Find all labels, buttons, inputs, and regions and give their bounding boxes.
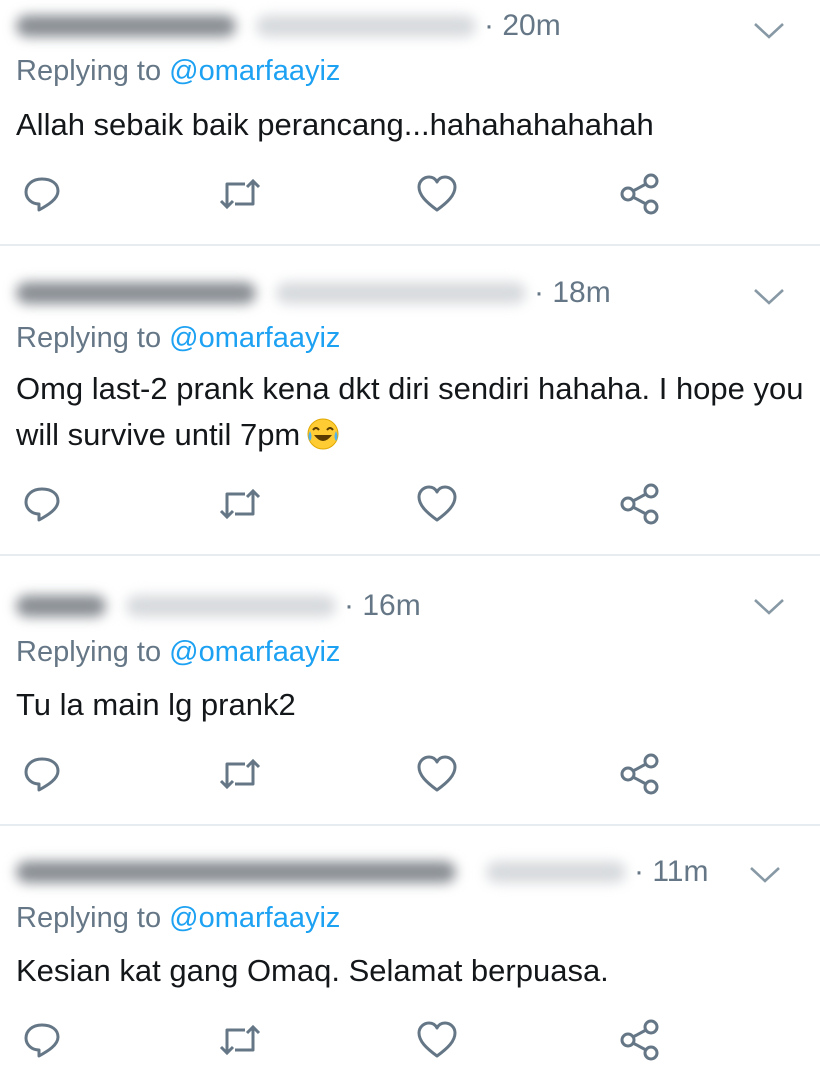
action-bar xyxy=(0,1016,820,1064)
tweet-text: Allah sebaik baik perancang...hahahahaha… xyxy=(16,107,654,142)
reply-icon xyxy=(24,177,60,212)
mention-link[interactable]: @omarfaayiz xyxy=(169,636,340,668)
action-bar xyxy=(0,170,820,218)
retweet-icon xyxy=(219,178,261,210)
heart-icon xyxy=(417,755,457,792)
author-name-redacted xyxy=(16,15,236,37)
like-button[interactable] xyxy=(413,750,461,798)
replying-to: Replying to @omarfaayiz xyxy=(16,55,341,87)
like-button[interactable] xyxy=(413,1016,461,1064)
share-button[interactable] xyxy=(616,750,664,798)
action-bar xyxy=(0,480,820,528)
timestamp: · 20m xyxy=(484,9,561,42)
tweet-text: Tu la main lg prank2 xyxy=(16,687,296,722)
tweet-header: · 20m xyxy=(16,6,561,46)
timestamp: · 16m xyxy=(344,589,421,622)
face-with-tears-of-joy-icon xyxy=(307,418,339,450)
retweet-icon xyxy=(219,1024,261,1056)
tweet-reply-2[interactable]: · 18m Replying to @omarfaayiz Omg last-2… xyxy=(0,246,820,554)
share-icon xyxy=(620,1019,659,1061)
retweet-button[interactable] xyxy=(216,750,264,798)
share-icon xyxy=(620,753,659,795)
share-icon xyxy=(620,173,659,215)
timestamp: · 18m xyxy=(534,276,611,309)
reply-icon xyxy=(24,1023,60,1058)
action-bar xyxy=(0,750,820,798)
heart-icon xyxy=(417,175,457,212)
like-button[interactable] xyxy=(413,480,461,528)
tweet-reply-3[interactable]: · 16m Replying to @omarfaayiz Tu la main… xyxy=(0,556,820,824)
chevron-down-icon[interactable] xyxy=(752,20,786,42)
tweet-header: · 18m xyxy=(16,273,611,313)
reply-icon xyxy=(24,757,60,792)
timestamp: · 11m xyxy=(634,855,709,888)
retweet-icon xyxy=(219,758,261,790)
reply-icon xyxy=(24,487,60,522)
author-handle-redacted xyxy=(126,595,336,617)
heart-icon xyxy=(417,1021,457,1058)
like-button[interactable] xyxy=(413,170,461,218)
reply-button[interactable] xyxy=(18,170,66,218)
retweet-button[interactable] xyxy=(216,480,264,528)
replying-to: Replying to @omarfaayiz xyxy=(16,636,341,668)
chevron-down-icon[interactable] xyxy=(752,286,786,308)
retweet-button[interactable] xyxy=(216,1016,264,1064)
replying-to: Replying to @omarfaayiz xyxy=(16,902,341,934)
tweet-reply-4[interactable]: · 11m Replying to @omarfaayiz Kesian kat… xyxy=(0,826,820,1080)
tweet-reply-1[interactable]: · 20m Replying to @omarfaayiz Allah seba… xyxy=(0,0,820,244)
author-name-redacted xyxy=(16,282,256,304)
heart-icon xyxy=(417,485,457,522)
author-name-redacted xyxy=(16,595,106,617)
author-name-redacted xyxy=(16,861,456,883)
mention-link[interactable]: @omarfaayiz xyxy=(169,902,340,934)
share-button[interactable] xyxy=(616,1016,664,1064)
retweet-button[interactable] xyxy=(216,170,264,218)
share-icon xyxy=(620,483,659,525)
replying-to: Replying to @omarfaayiz xyxy=(16,322,341,354)
retweet-icon xyxy=(219,488,261,520)
author-handle-redacted xyxy=(276,282,526,304)
author-handle-redacted xyxy=(256,15,476,37)
tweet-header: · 16m xyxy=(16,586,421,626)
tweet-header: · 11m xyxy=(16,852,708,892)
mention-link[interactable]: @omarfaayiz xyxy=(169,322,340,354)
reply-button[interactable] xyxy=(18,750,66,798)
share-button[interactable] xyxy=(616,480,664,528)
reply-button[interactable] xyxy=(18,1016,66,1064)
mention-link[interactable]: @omarfaayiz xyxy=(169,55,340,87)
chevron-down-icon[interactable] xyxy=(748,864,782,886)
tweet-text: Kesian kat gang Omaq. Selamat berpuasa. xyxy=(16,953,609,988)
tweet-text: Omg last-2 prank kena dkt diri sendiri h… xyxy=(16,371,804,452)
reply-button[interactable] xyxy=(18,480,66,528)
share-button[interactable] xyxy=(616,170,664,218)
chevron-down-icon[interactable] xyxy=(752,596,786,618)
author-handle-redacted xyxy=(486,861,626,883)
